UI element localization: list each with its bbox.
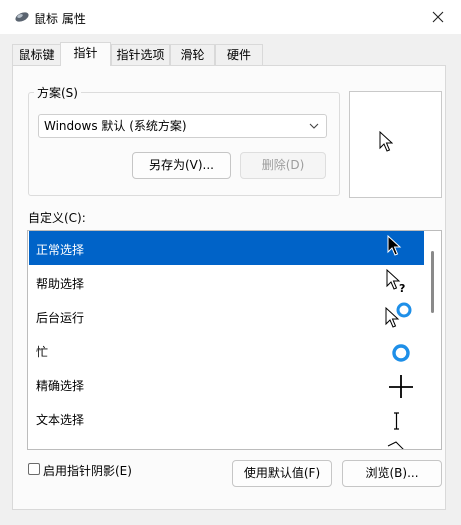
list-item-label: 忙 (36, 345, 49, 359)
tab-pointer-options[interactable]: 指针选项 (111, 44, 170, 65)
arrow-cursor-icon (384, 234, 414, 262)
tab-pointers[interactable]: 指针 (60, 42, 111, 66)
list-item-label: 文本选择 (36, 413, 85, 427)
chevron-down-icon (309, 123, 319, 129)
svg-text:?: ? (399, 282, 405, 295)
list-item-label: 精确选择 (36, 379, 85, 393)
list-item[interactable]: 正常选择 (29, 231, 424, 265)
scroll-thumb[interactable] (431, 251, 434, 313)
cursor-preview (349, 91, 442, 198)
scheme-selected-value: Windows 默认 (系统方案) (44, 119, 187, 133)
list-item[interactable]: 忙 (29, 333, 424, 367)
pointer-shadow-label[interactable]: 启用指针阴影(E) (43, 462, 132, 479)
use-default-button[interactable]: 使用默认值(F) (232, 460, 332, 487)
list-item-label: 后台运行 (36, 311, 85, 325)
delete-button[interactable]: 删除(D) (240, 152, 326, 179)
title-bar: 鼠标 属性 (0, 0, 461, 34)
browse-button[interactable]: 浏览(B)... (342, 460, 442, 487)
text-ibeam-icon (384, 404, 414, 432)
tab-hardware[interactable]: 硬件 (215, 44, 263, 65)
list-scrollbar[interactable] (425, 231, 441, 449)
scheme-legend: 方案(S) (34, 84, 81, 101)
list-item-label: 正常选择 (36, 243, 85, 257)
scheme-select[interactable]: Windows 默认 (系统方案) (38, 114, 327, 138)
save-as-button[interactable]: 另存为(V)... (132, 152, 231, 179)
list-item[interactable]: 后台运行 (29, 299, 424, 333)
busy-ring-icon (384, 336, 414, 364)
pen-cursor-icon (384, 438, 414, 449)
list-item[interactable]: 文本选择 (29, 401, 424, 435)
close-icon (432, 11, 444, 23)
window-title: 鼠标 属性 (34, 12, 86, 26)
list-item-label: 帮助选择 (36, 277, 85, 291)
close-button[interactable] (415, 0, 461, 34)
list-item[interactable]: 帮助选择 ? (29, 265, 424, 299)
list-item-partial[interactable] (29, 435, 424, 449)
working-in-background-icon (384, 302, 414, 330)
tab-buttons[interactable]: 鼠标键 (12, 44, 61, 65)
cursor-list[interactable]: 正常选择 帮助选择 ? 后台运行 忙 精确选择 文本选择 (27, 230, 442, 450)
tab-wheel[interactable]: 滑轮 (170, 44, 215, 65)
scheme-group (28, 92, 340, 196)
list-item[interactable]: 精确选择 (29, 367, 424, 401)
mouse-icon (14, 11, 30, 23)
customize-label: 自定义(C): (28, 211, 86, 225)
crosshair-icon (384, 370, 414, 398)
arrow-cursor-icon (379, 131, 393, 152)
pointer-shadow-checkbox[interactable] (28, 463, 40, 475)
help-cursor-icon: ? (384, 268, 414, 296)
